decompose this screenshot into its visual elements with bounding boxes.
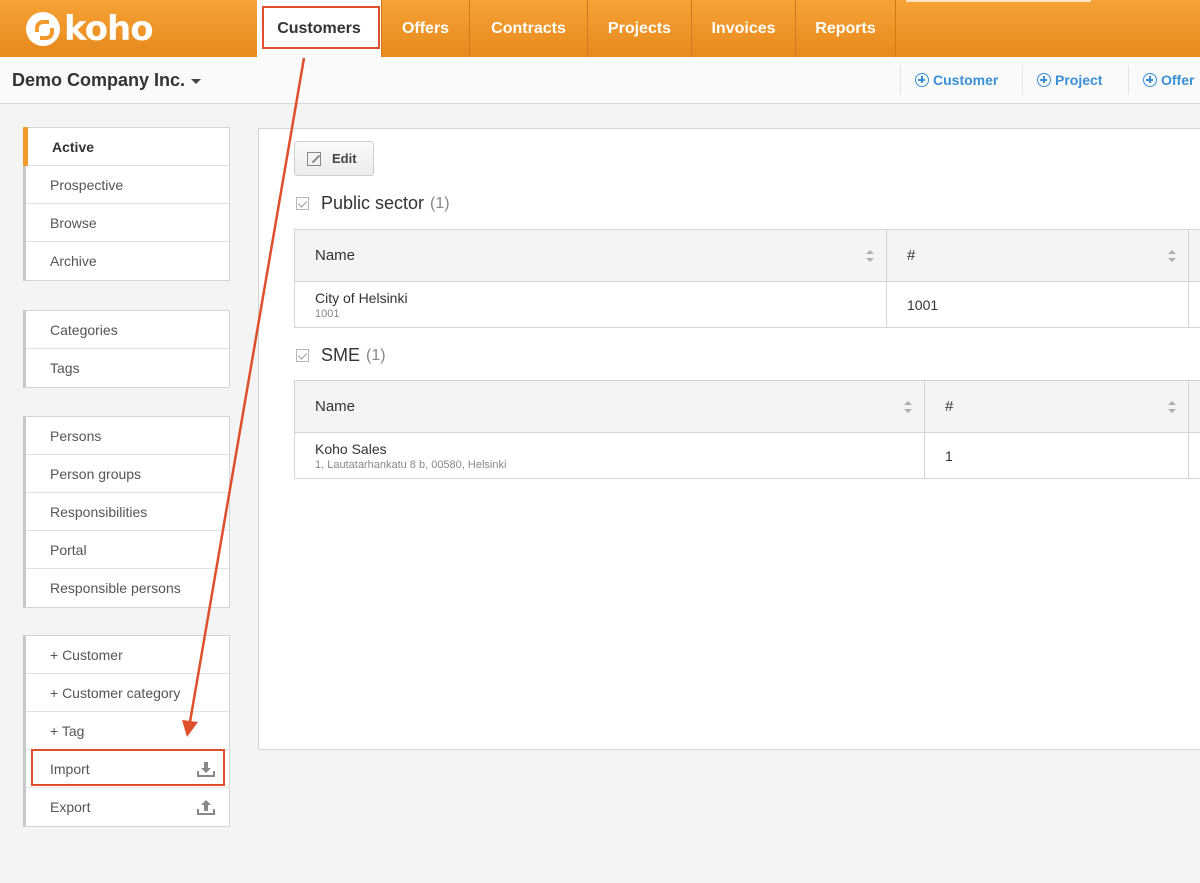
sidebar-item-categories[interactable]: Categories — [26, 311, 229, 349]
koho-logo-icon — [26, 12, 60, 46]
group-name: SME — [321, 345, 361, 365]
number-cell: 1001 — [887, 282, 1189, 327]
table-row[interactable]: Koho Sales 1, Lautatarhankatu 8 b, 00580… — [295, 433, 1200, 478]
sidebar-item-persons[interactable]: Persons — [26, 417, 229, 455]
tab-invoices[interactable]: Invoices — [691, 0, 795, 57]
sort-icon — [1168, 250, 1176, 262]
sidebar-item-person-groups[interactable]: Person groups — [26, 455, 229, 493]
edit-button[interactable]: Edit — [294, 141, 374, 176]
add-project-label: Project — [1055, 72, 1103, 88]
chevron-down-icon — [191, 78, 202, 84]
customer-number: 1 — [945, 447, 953, 464]
sub-header: Demo Company Inc. Customer Project Offer — [0, 57, 1200, 104]
add-customer-label: Customer — [933, 72, 999, 88]
sidebar-item-responsible-persons[interactable]: Responsible persons — [26, 569, 229, 607]
customer-number: 1001 — [907, 296, 939, 313]
column-label: Name — [315, 398, 356, 415]
group-name: Public sector — [321, 193, 425, 213]
customer-name[interactable]: Koho Sales — [315, 441, 924, 457]
group-title-public-sector: Public sector (1) — [296, 193, 450, 214]
name-cell: Koho Sales 1, Lautatarhankatu 8 b, 00580… — [295, 433, 925, 478]
column-header-name[interactable]: Name — [295, 381, 925, 432]
group-count: (1) — [366, 346, 386, 364]
sidebar-item-archive[interactable]: Archive — [26, 242, 229, 280]
table-header: Name # — [295, 381, 1200, 433]
tab-contracts[interactable]: Contracts — [469, 0, 587, 57]
checkbox-icon[interactable] — [296, 197, 309, 210]
tab-projects[interactable]: Projects — [587, 0, 691, 57]
public-sector-table: Name # City of Helsinki 1001 1001 — [294, 229, 1200, 328]
customer-name[interactable]: City of Helsinki — [315, 290, 886, 306]
sidebar-item-tags[interactable]: Tags — [26, 349, 229, 387]
sidebar-item-add-customer[interactable]: + Customer — [26, 636, 229, 674]
column-header-number[interactable]: # — [925, 381, 1189, 432]
pencil-icon — [307, 151, 321, 166]
plus-circle-icon — [915, 73, 929, 87]
add-offer-label: Offer — [1161, 72, 1195, 88]
plus-circle-icon — [1143, 73, 1157, 87]
column-label: Name — [315, 247, 356, 264]
edit-label: Edit — [332, 151, 357, 166]
koho-logo[interactable]: koho — [26, 9, 154, 49]
customers-tab-highlight — [262, 6, 380, 49]
sidebar-item-browse[interactable]: Browse — [26, 204, 229, 242]
export-label: Export — [50, 799, 91, 815]
table-row[interactable]: City of Helsinki 1001 1001 — [295, 282, 1200, 327]
top-navigation-bar: koho Customers Offers Contracts Projects… — [0, 0, 1200, 57]
column-label: # — [907, 247, 916, 264]
sidebar-item-export[interactable]: Export — [26, 788, 229, 826]
sidebar-item-active[interactable]: Active — [23, 127, 229, 166]
company-selector[interactable]: Demo Company Inc. — [12, 70, 202, 91]
sidebar-item-responsibilities[interactable]: Responsibilities — [26, 493, 229, 531]
add-offer-button[interactable]: Offer — [1128, 65, 1194, 95]
add-customer-button[interactable]: Customer — [900, 65, 998, 95]
customer-detail: 1001 — [315, 307, 340, 320]
sort-icon — [866, 250, 874, 262]
sidebar-item-add-customer-category[interactable]: + Customer category — [26, 674, 229, 712]
sme-table: Name # Koho Sales 1, Lautatarhankatu 8 b… — [294, 380, 1200, 479]
sidebar-item-portal[interactable]: Portal — [26, 531, 229, 569]
sidebar-actions-group: + Customer + Customer category + Tag Imp… — [23, 635, 230, 827]
column-label: # — [945, 398, 954, 415]
logo-text: koho — [64, 9, 154, 49]
company-name: Demo Company Inc. — [12, 70, 186, 90]
number-cell: 1 — [925, 433, 1189, 478]
tab-reports[interactable]: Reports — [795, 0, 896, 57]
customer-detail: 1, Lautatarhankatu 8 b, 00580, Helsinki — [315, 458, 507, 471]
sort-icon — [1168, 401, 1176, 413]
group-title-sme: SME (1) — [296, 345, 386, 366]
group-count: (1) — [430, 194, 450, 212]
sidebar-people-group: Persons Person groups Responsibilities P… — [23, 416, 230, 608]
customer-list-panel: Edit Public sector (1) Name # City of He… — [258, 128, 1200, 750]
tab-offers[interactable]: Offers — [381, 0, 469, 57]
sidebar-item-add-tag[interactable]: + Tag — [26, 712, 229, 750]
table-header: Name # — [295, 230, 1200, 282]
checkbox-icon[interactable] — [296, 349, 309, 362]
name-cell: City of Helsinki 1001 — [295, 282, 887, 327]
sort-icon — [904, 401, 912, 413]
plus-circle-icon — [1037, 73, 1051, 87]
column-header-name[interactable]: Name — [295, 230, 887, 281]
column-header-number[interactable]: # — [887, 230, 1189, 281]
search-field-edge[interactable] — [906, 0, 1091, 2]
import-highlight — [31, 749, 225, 786]
upload-icon — [197, 799, 215, 815]
sidebar-status-group: Active Prospective Browse Archive — [23, 127, 230, 281]
sidebar-item-prospective[interactable]: Prospective — [26, 166, 229, 204]
sidebar-classification-group: Categories Tags — [23, 310, 230, 388]
add-project-button[interactable]: Project — [1022, 65, 1102, 95]
